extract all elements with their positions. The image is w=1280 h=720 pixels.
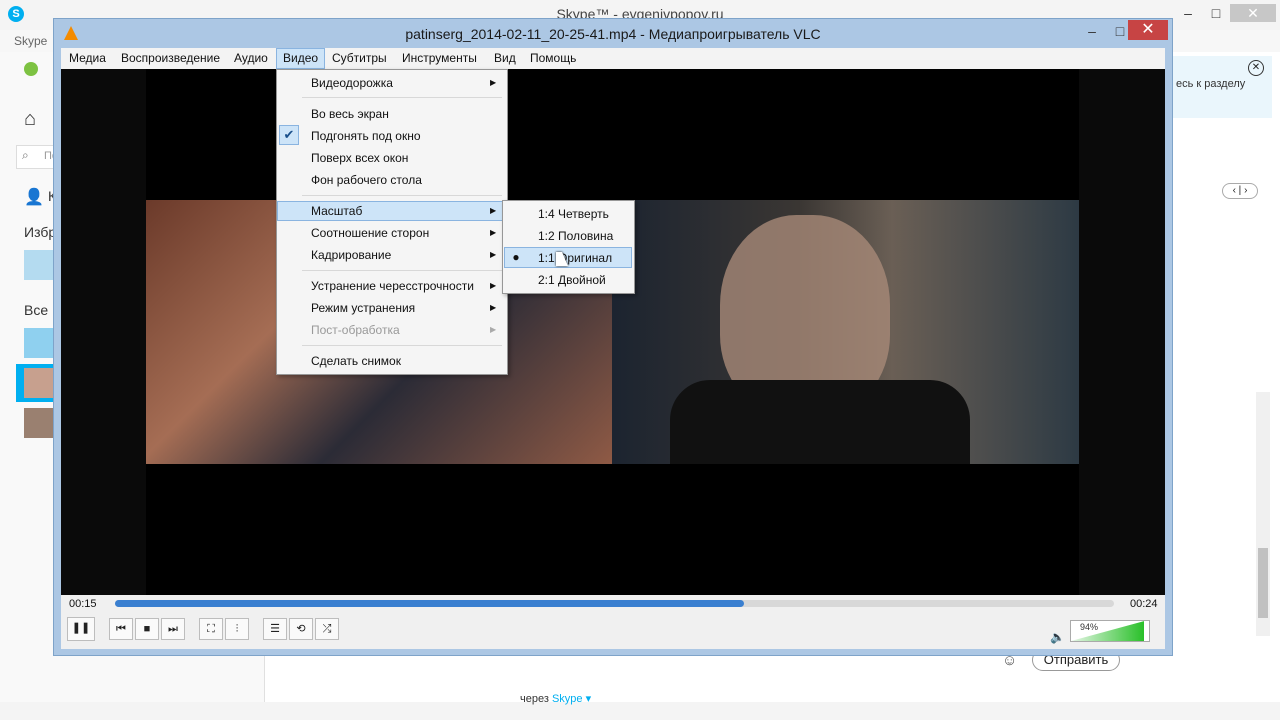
menu-separator (302, 345, 502, 346)
via-label: через (520, 693, 552, 705)
all-contacts-label: Все (24, 302, 49, 318)
volume-icon[interactable]: 🔈 (1050, 630, 1065, 644)
vlc-minimize-button[interactable]: – (1078, 22, 1106, 40)
menu-audio[interactable]: Аудио (228, 48, 274, 69)
volume-label: 94% (1080, 622, 1099, 632)
menu-view[interactable]: Вид (488, 48, 522, 69)
menu-item-wallpaper[interactable]: Фон рабочего стола (311, 173, 422, 187)
menu-item-crop[interactable]: Кадрирование (311, 248, 391, 262)
vlc-menubar (61, 48, 1165, 69)
time-elapsed: 00:15 (69, 598, 97, 610)
menu-separator (302, 97, 502, 98)
skype-menu-item[interactable]: Skype (14, 34, 47, 48)
menu-item-deinterlace-mode[interactable]: Режим устранения (311, 301, 415, 315)
stop-icon[interactable]: ■ (135, 618, 159, 640)
menu-item-aspect-ratio[interactable]: Соотношение сторон (311, 226, 429, 240)
favorites-label: Избр (24, 224, 57, 240)
menu-playback[interactable]: Воспроизведение (115, 48, 226, 69)
extended-settings-icon[interactable]: ⫶ (225, 618, 249, 640)
menu-item-video-track[interactable]: Видеодорожка (311, 76, 393, 90)
skype-scroll-thumb[interactable] (1258, 548, 1268, 618)
menu-item-post-processing: Пост-обработка (311, 323, 400, 337)
menu-media[interactable]: Медиа (63, 48, 112, 69)
playlist-icon[interactable]: ☰ (263, 618, 287, 640)
skype-close-button[interactable]: ✕ (1230, 4, 1276, 22)
menu-help[interactable]: Помощь (524, 48, 582, 69)
home-icon[interactable]: ⌂ (24, 108, 36, 131)
zoom-half[interactable]: 1:2 Половина (538, 229, 613, 243)
menu-separator (302, 270, 502, 271)
contact-avatar[interactable] (24, 408, 54, 438)
skype-link[interactable]: Skype ▾ (552, 693, 591, 705)
menu-tools[interactable]: Инструменты (396, 48, 483, 69)
seek-bar-progress[interactable] (115, 600, 745, 607)
skype-maximize-button[interactable]: □ (1202, 4, 1230, 22)
group-avatar[interactable] (24, 250, 54, 280)
zoom-double[interactable]: 2:1 Двойной (538, 273, 606, 287)
vlc-window-title: patinserg_2014-02-11_20-25-41.mp4 - Меди… (405, 26, 821, 42)
menu-video[interactable]: Видео (276, 48, 326, 69)
loop-icon[interactable]: ⟲ (289, 618, 313, 640)
via-skype-text: через Skype ▾ (520, 692, 591, 705)
status-online-icon[interactable] (24, 62, 38, 76)
skype-bottom-bar (0, 702, 1280, 720)
menu-item-always-on-top[interactable]: Поверх всех окон (311, 151, 408, 165)
zoom-quarter[interactable]: 1:4 Четверть (538, 207, 609, 221)
notification-text: есь к разделу (1176, 78, 1246, 90)
vlc-close-button[interactable]: ✕ (1128, 20, 1168, 40)
submenu-arrow-icon: ▶ (490, 206, 497, 215)
menu-separator (302, 195, 502, 196)
menu-item-deinterlace[interactable]: Устранение чересстрочности (311, 279, 474, 293)
skype-minimize-button[interactable]: – (1174, 4, 1202, 22)
check-icon: ✔ (279, 125, 299, 145)
menu-item-zoom[interactable]: Масштаб (311, 204, 362, 218)
submenu-arrow-icon: ▶ (490, 228, 497, 237)
submenu-arrow-icon: ▶ (490, 78, 497, 87)
selected-bullet-icon: ● (512, 250, 520, 264)
video-shirt (670, 380, 970, 464)
zoom-original[interactable]: 1:1 Оригинал (538, 251, 612, 265)
submenu-arrow-icon: ▶ (490, 303, 497, 312)
next-icon[interactable]: ⏭ (161, 618, 185, 640)
shuffle-icon[interactable]: ⤮ (315, 618, 339, 640)
menu-item-fit-window[interactable]: Подгонять под окно (311, 129, 421, 143)
previous-icon[interactable]: ⏮ (109, 618, 133, 640)
time-total[interactable]: 00:24 (1130, 598, 1158, 610)
submenu-arrow-icon: ▶ (490, 325, 497, 334)
pager-control[interactable]: ‹ | › (1222, 183, 1258, 199)
menu-item-fullscreen[interactable]: Во весь экран (311, 107, 389, 121)
pause-button[interactable]: ❚❚ (67, 617, 95, 641)
contacts-icon[interactable]: 👤 (24, 187, 44, 207)
search-icon: ⌕ (22, 148, 29, 162)
headset-avatar[interactable] (24, 328, 54, 358)
contact-avatar[interactable] (24, 368, 54, 398)
submenu-arrow-icon: ▶ (490, 250, 497, 259)
close-icon[interactable]: ✕ (1248, 60, 1264, 76)
fullscreen-icon[interactable]: ⛶ (199, 618, 223, 640)
submenu-arrow-icon: ▶ (490, 281, 497, 290)
menu-item-snapshot[interactable]: Сделать снимок (311, 354, 401, 368)
mouse-cursor-icon (556, 252, 568, 266)
menu-subtitles[interactable]: Субтитры (326, 48, 393, 69)
